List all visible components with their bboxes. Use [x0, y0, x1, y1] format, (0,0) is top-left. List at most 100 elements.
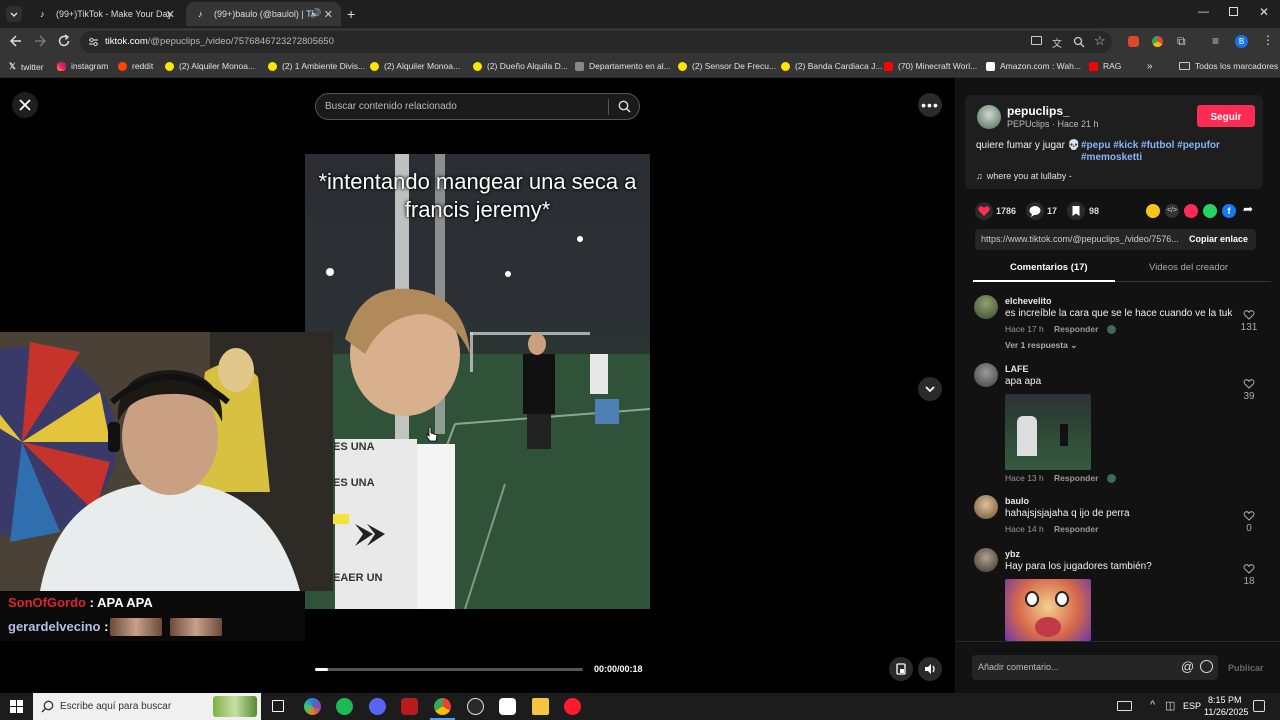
music-row[interactable]: ♫ where you at lullaby - — [976, 171, 1072, 181]
tab-tiktok-home[interactable]: ♪ (99+)TikTok - Make Your Day ✕ — [28, 2, 183, 26]
notifications-icon[interactable] — [1253, 700, 1265, 712]
video-progress-bar[interactable] — [315, 668, 583, 671]
comment-username[interactable]: ybz — [1005, 549, 1020, 559]
volume-button[interactable] — [918, 657, 942, 681]
comment-avatar[interactable] — [974, 495, 998, 519]
follow-button[interactable]: Seguir — [1197, 105, 1255, 127]
extensions-puzzle-icon[interactable]: ⧉ — [1177, 34, 1186, 49]
share-arrow-icon[interactable]: ➦ — [1243, 202, 1253, 216]
file-explorer-icon[interactable] — [532, 698, 549, 715]
capcut-icon[interactable] — [499, 698, 516, 715]
keyboard-icon[interactable] — [1117, 701, 1132, 711]
copy-link-button[interactable]: Copiar enlace — [1189, 234, 1248, 244]
bookmark-item[interactable]: (2) Alquiler Monoa... — [370, 61, 460, 71]
bookmark-item[interactable]: instagram — [57, 61, 108, 71]
voicemeeter-icon[interactable] — [401, 698, 418, 715]
add-comment-input[interactable]: Añadir comentario... @ — [972, 655, 1218, 680]
profile-avatar[interactable]: B — [1235, 35, 1248, 48]
all-bookmarks-folder[interactable]: Todos los marcadores — [1179, 61, 1278, 71]
comment-like-icon[interactable] — [1243, 378, 1255, 389]
view-replies-button[interactable]: Ver 1 respuesta ⌄ — [1005, 340, 1077, 351]
comment-avatar[interactable] — [974, 363, 998, 387]
video-player[interactable]: *intentando mangear una seca a francis j… — [305, 154, 650, 609]
comment-image[interactable] — [1005, 579, 1091, 641]
like-button[interactable] — [975, 202, 993, 220]
next-video-button[interactable] — [918, 377, 942, 401]
bookmark-item[interactable]: (2) Dueño Alquila D... — [473, 61, 568, 71]
copilot-icon[interactable] — [304, 698, 321, 715]
minimize-button[interactable]: — — [1198, 6, 1209, 18]
comment-username[interactable]: LAFE — [1005, 364, 1029, 374]
bookmark-item[interactable]: (2) Banda Cardiaca J... — [781, 61, 882, 71]
bookmark-item[interactable]: reddit — [118, 61, 153, 71]
mention-icon[interactable]: @ — [1181, 659, 1194, 674]
comment-like-icon[interactable] — [1243, 510, 1255, 521]
language-indicator[interactable]: ESP — [1183, 701, 1201, 711]
bookmark-star-icon[interactable]: ☆ — [1094, 33, 1106, 49]
spotify-icon[interactable] — [336, 698, 353, 715]
reply-button[interactable]: Responder — [1054, 524, 1098, 534]
bookmark-item[interactable]: (2) Alquiler Monoa... — [165, 61, 255, 71]
chevron-up-icon[interactable]: ^ — [1150, 699, 1155, 711]
speaker-icon[interactable]: 🔊 — [310, 8, 321, 19]
more-options-button[interactable]: ••• — [918, 93, 942, 117]
taskbar-search-input[interactable]: Escribe aquí para buscar — [33, 693, 261, 720]
clock-time[interactable]: 8:15 PM — [1208, 695, 1242, 705]
comment-like-icon[interactable] — [1243, 563, 1255, 574]
windows-start-icon[interactable] — [10, 700, 23, 713]
bookmark-item[interactable]: Departamento en al... — [575, 61, 671, 71]
related-search-input[interactable]: Buscar contenido relacionado — [315, 93, 640, 120]
bookmark-item[interactable]: (2) Sensor De Frecu... — [678, 61, 776, 71]
restore-button[interactable] — [1229, 7, 1238, 16]
zoom-icon[interactable] — [1073, 36, 1085, 48]
bookmark-item[interactable]: 𝕏twitter — [9, 61, 44, 72]
bookmark-item[interactable]: Amazon.com : Wah... — [986, 61, 1081, 71]
obs-icon[interactable] — [467, 698, 484, 715]
comment-avatar[interactable] — [974, 548, 998, 572]
comment-image[interactable] — [1005, 394, 1091, 470]
reply-button[interactable]: Responder — [1054, 473, 1098, 483]
address-bar[interactable]: tiktok.com/@pepuclips_/video/75768467232… — [80, 31, 1112, 53]
save-button[interactable] — [1067, 202, 1085, 220]
browser-menu-icon[interactable]: ⋮ — [1262, 33, 1274, 47]
embed-icon[interactable]: </> — [1165, 204, 1179, 218]
comment-like-icon[interactable] — [1243, 309, 1255, 320]
translate-icon[interactable]: 文 — [1052, 35, 1062, 50]
publish-button[interactable]: Publicar — [1228, 663, 1264, 673]
site-settings-icon[interactable] — [88, 37, 99, 47]
discord-icon[interactable] — [369, 698, 386, 715]
forward-button[interactable] — [33, 34, 47, 48]
bookmark-item[interactable]: (70) Minecraft Worl... — [884, 61, 977, 71]
close-window-button[interactable]: ✕ — [1259, 5, 1269, 19]
facebook-icon[interactable]: f — [1222, 204, 1236, 218]
clock-date[interactable]: 11/26/2025 — [1204, 707, 1248, 717]
creator-handle[interactable]: pepuclips_ — [1007, 104, 1070, 118]
video-hashtags[interactable]: #pepu #kick #futbol #pepufor #memosketti — [1081, 140, 1261, 164]
extension-red-icon[interactable] — [1128, 36, 1139, 47]
close-tab-icon[interactable]: ✕ — [324, 8, 333, 21]
reload-button[interactable] — [57, 34, 71, 48]
search-icon[interactable] — [618, 100, 631, 113]
more-bookmarks-button[interactable]: » — [1147, 61, 1153, 72]
creator-avatar[interactable] — [977, 105, 1001, 129]
install-app-icon[interactable] — [1031, 36, 1042, 45]
task-view-icon[interactable] — [272, 700, 284, 712]
chrome-icon[interactable] — [434, 698, 451, 715]
tab-comments[interactable]: Comentarios (17) — [1010, 262, 1088, 273]
tab-creator-videos[interactable]: Videos del creador — [1149, 262, 1228, 273]
network-icon[interactable]: ◫ — [1165, 699, 1175, 712]
close-tab-icon[interactable]: ✕ — [166, 8, 175, 21]
mini-player-button[interactable] — [889, 657, 913, 681]
bookmark-item[interactable]: RAG — [1089, 61, 1121, 71]
send-to-friend-icon[interactable] — [1184, 204, 1198, 218]
reading-list-icon[interactable]: ≡ — [1212, 34, 1219, 48]
reply-button[interactable]: Responder — [1054, 324, 1098, 334]
emoji-icon[interactable] — [1200, 660, 1213, 673]
new-tab-button[interactable]: + — [347, 6, 355, 22]
tab-baulo[interactable]: ♪ (99+)baulo (@baulol) | TikTok 🔊 ✕ — [186, 2, 341, 26]
comments-button[interactable] — [1026, 202, 1044, 220]
extension-color-icon[interactable] — [1152, 36, 1163, 47]
opera-icon[interactable] — [564, 698, 581, 715]
comment-username[interactable]: elchevelito — [1005, 296, 1052, 306]
bookmark-item[interactable]: (2) 1 Ambiente Divis... — [268, 61, 365, 71]
